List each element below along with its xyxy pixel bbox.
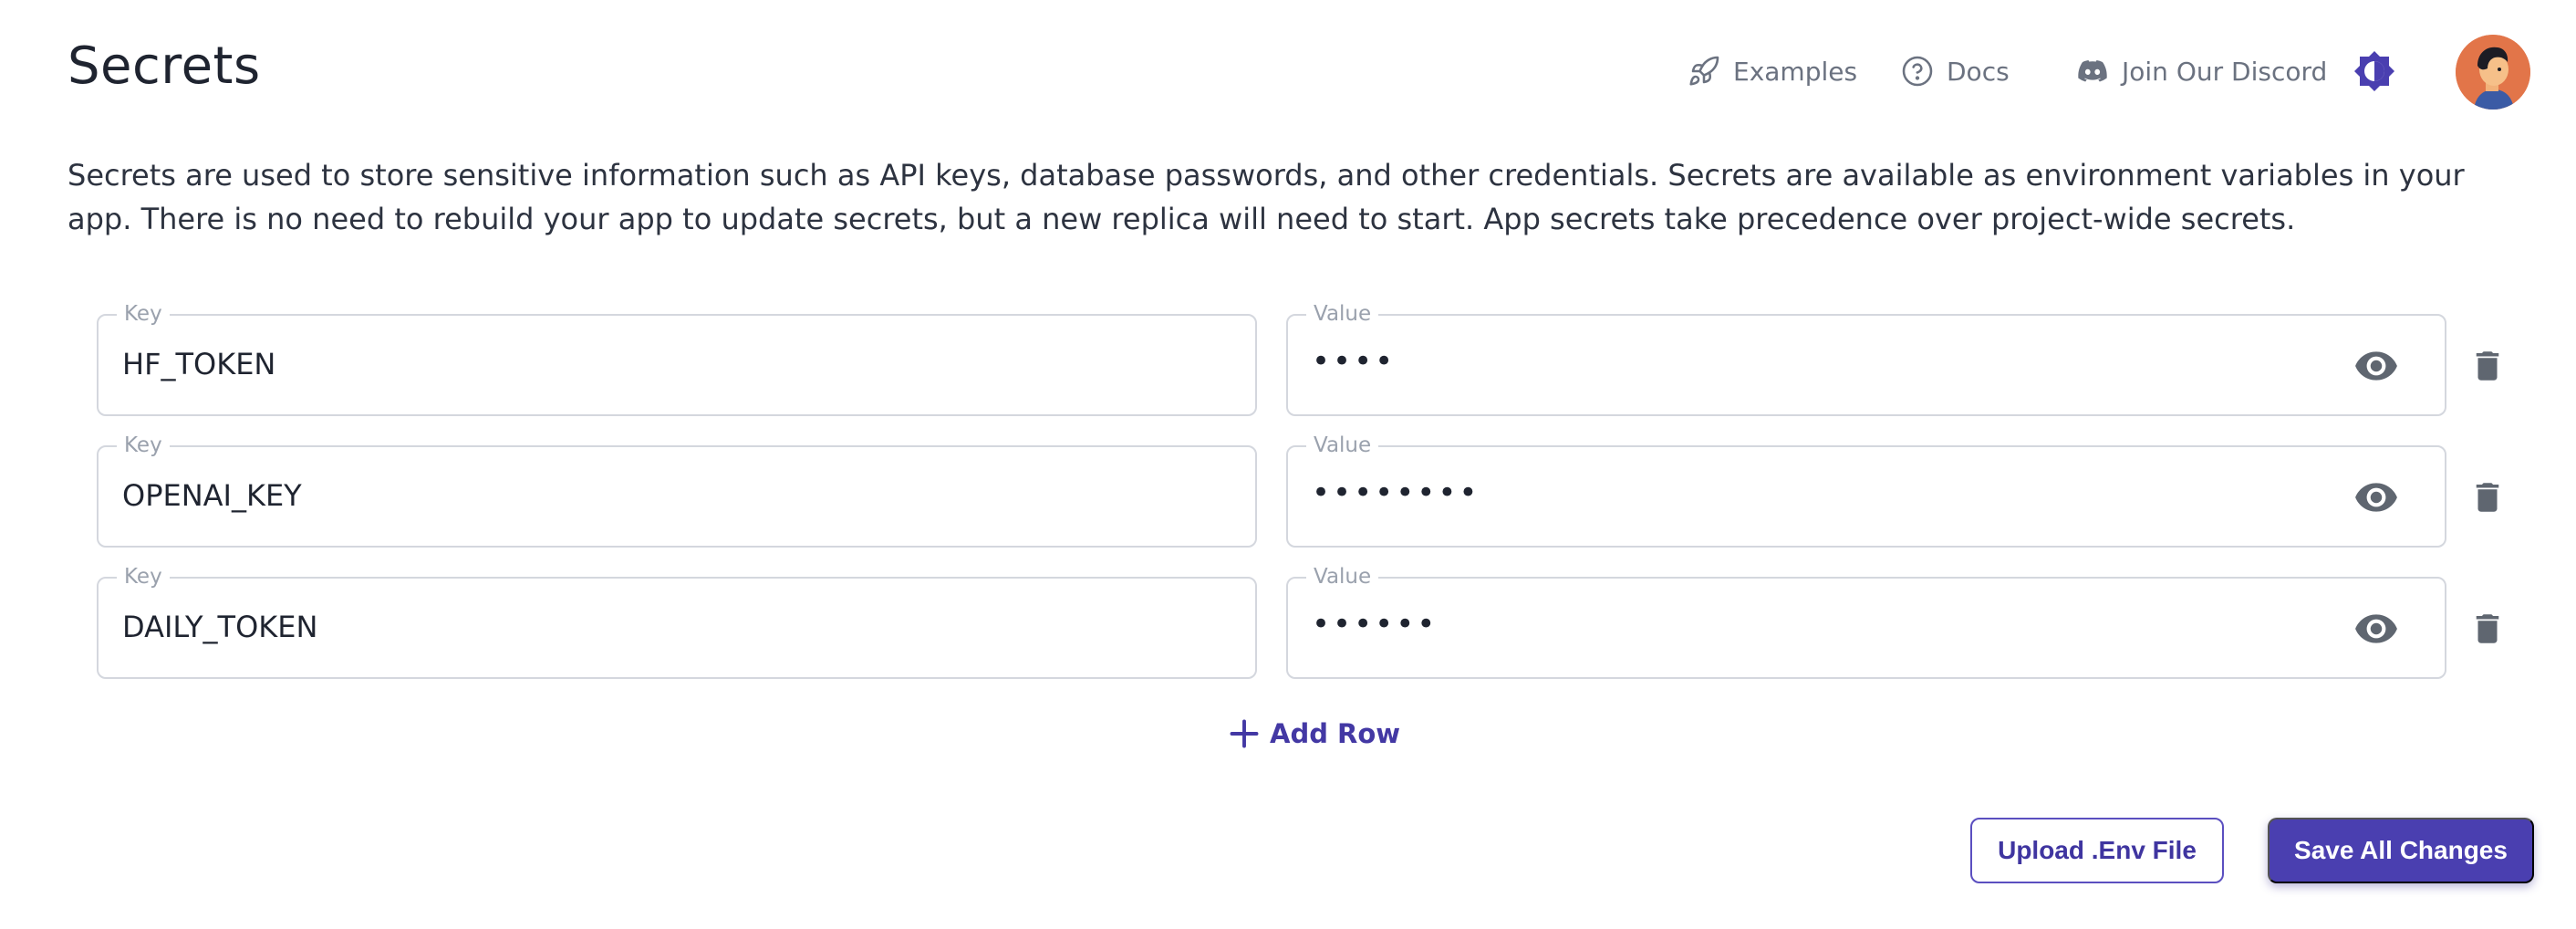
nav-docs-link[interactable]: Docs — [1901, 51, 2010, 91]
secret-key-input[interactable]: HF_TOKEN — [122, 347, 275, 381]
nav-examples-link[interactable]: Examples — [1688, 51, 1857, 91]
upload-env-file-button[interactable]: Upload .Env File — [1970, 818, 2224, 883]
secret-key-field[interactable]: Key DAILY_TOKEN — [97, 564, 1257, 679]
nav-discord-label: Join Our Discord — [2122, 56, 2328, 87]
secret-row: Key HF_TOKEN Value •••• — [97, 301, 2541, 433]
page-description: Secrets are used to store sensitive info… — [68, 158, 2465, 236]
nav-docs-label: Docs — [1947, 56, 2010, 87]
eye-icon[interactable] — [2353, 343, 2399, 389]
add-row-button[interactable]: Add Row — [1228, 717, 1400, 750]
user-avatar[interactable] — [2456, 35, 2530, 110]
secret-key-input[interactable]: OPENAI_KEY — [122, 478, 302, 513]
key-field-label: Key — [117, 301, 170, 327]
value-field-label: Value — [1306, 301, 1379, 327]
secret-key-field[interactable]: Key OPENAI_KEY — [97, 433, 1257, 548]
trash-icon[interactable] — [2468, 345, 2507, 387]
eye-icon[interactable] — [2353, 475, 2399, 520]
key-field-label: Key — [117, 564, 170, 590]
secrets-list: Key HF_TOKEN Value •••• Key OPENAI_KEY V… — [97, 301, 2541, 695]
secret-row: Key DAILY_TOKEN Value •••••• — [97, 564, 2541, 695]
eye-icon[interactable] — [2353, 606, 2399, 652]
half-moon-icon — [2354, 51, 2394, 91]
nav-examples-label: Examples — [1733, 56, 1858, 87]
rocket-icon — [1689, 56, 1719, 86]
page-title: Secrets — [68, 37, 261, 96]
secret-value-input[interactable]: •••• — [1312, 343, 1396, 380]
secret-value-input[interactable]: •••••• — [1312, 606, 1438, 642]
theme-toggle-button[interactable] — [2353, 49, 2396, 93]
secret-value-input[interactable]: •••••••• — [1312, 475, 1480, 511]
value-field-label: Value — [1306, 433, 1379, 458]
secret-value-field[interactable]: Value •••• — [1286, 301, 2446, 416]
secret-key-input[interactable]: DAILY_TOKEN — [122, 610, 317, 644]
top-navigation: Examples Docs Join Our Discord — [1573, 0, 2576, 146]
nav-discord-link[interactable]: Join Our Discord — [2076, 51, 2327, 91]
value-field-label: Value — [1306, 564, 1379, 590]
secret-value-field[interactable]: Value •••••••• — [1286, 433, 2446, 548]
secret-row: Key OPENAI_KEY Value •••••••• — [97, 433, 2541, 564]
person-avatar-icon — [2456, 35, 2530, 110]
trash-icon[interactable] — [2468, 476, 2507, 518]
secret-value-field[interactable]: Value •••••• — [1286, 564, 2446, 679]
plus-icon — [1230, 719, 1259, 748]
discord-icon — [2078, 60, 2107, 82]
question-circle-icon — [1902, 56, 1933, 87]
add-row-label: Add Row — [1270, 718, 1401, 749]
trash-icon[interactable] — [2468, 608, 2507, 650]
save-all-changes-button[interactable]: Save All Changes — [2268, 818, 2534, 883]
key-field-label: Key — [117, 433, 170, 458]
secret-key-field[interactable]: Key HF_TOKEN — [97, 301, 1257, 416]
